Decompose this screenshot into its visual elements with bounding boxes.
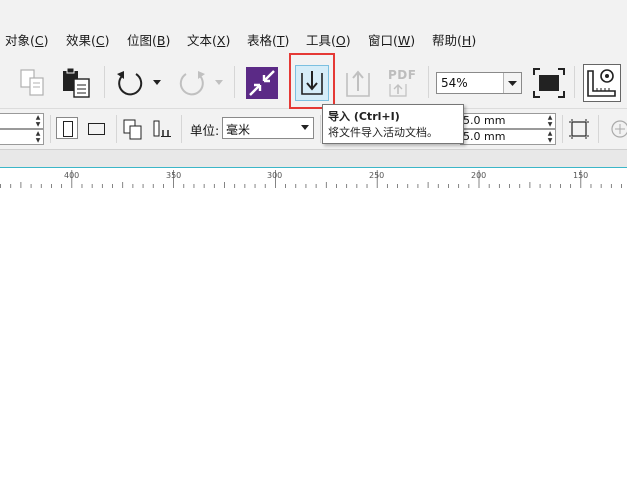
menu-bar: 对象(C) 效果(C) 位图(B) 文本(X) 表格(T) 工具(O) 窗口(W… bbox=[0, 0, 627, 56]
paste-icon[interactable] bbox=[60, 66, 94, 100]
separator bbox=[104, 66, 105, 98]
chevron-down-icon bbox=[508, 81, 517, 86]
redo-icon[interactable] bbox=[174, 68, 208, 100]
horizontal-ruler[interactable]: 400 350 300 250 200 150 bbox=[0, 167, 627, 190]
document-tab-strip bbox=[0, 150, 627, 167]
property-bar: ▲ ▼ ▲ ▼ 单位: 毫米 5.0 mm ▲ ▼ 5.0 mm ▲ ▼ bbox=[0, 109, 627, 150]
separator bbox=[320, 115, 321, 143]
spin-down-icon[interactable]: ▼ bbox=[545, 137, 555, 144]
separator bbox=[428, 66, 429, 98]
export-icon[interactable] bbox=[343, 67, 375, 99]
separator bbox=[574, 66, 575, 98]
spin-up-icon[interactable]: ▲ bbox=[545, 114, 555, 121]
zoom-dropdown-button[interactable] bbox=[503, 73, 521, 93]
copy-icon[interactable] bbox=[18, 68, 48, 98]
ruler-label: 150 bbox=[573, 171, 589, 180]
publish-pdf-icon[interactable]: PDF bbox=[388, 68, 420, 100]
pdf-label: PDF bbox=[388, 68, 417, 82]
duplicate-distance-y-value: 5.0 mm bbox=[463, 130, 506, 143]
standard-toolbar: PDF 54% bbox=[0, 53, 627, 109]
redo-dropdown-icon[interactable] bbox=[214, 78, 224, 86]
chevron-down-icon bbox=[301, 125, 309, 130]
menu-bitmaps[interactable]: 位图(B) bbox=[127, 30, 170, 49]
spin-down-icon[interactable]: ▼ bbox=[33, 137, 43, 144]
portrait-button[interactable] bbox=[56, 117, 78, 139]
spin-down-icon[interactable]: ▼ bbox=[33, 121, 43, 128]
landscape-icon[interactable] bbox=[88, 123, 105, 135]
page-width-spinner[interactable]: ▲ ▼ bbox=[0, 113, 44, 129]
current-page-icon[interactable] bbox=[152, 118, 174, 140]
units-select[interactable]: 毫米 bbox=[222, 117, 314, 139]
undo-dropdown-icon[interactable] bbox=[152, 78, 162, 86]
zoom-level-combo[interactable]: 54% bbox=[436, 72, 522, 94]
tooltip-title: 导入 (Ctrl+I) bbox=[328, 110, 400, 123]
duplicate-distance-x-value: 5.0 mm bbox=[463, 114, 506, 127]
units-label: 单位: bbox=[190, 123, 220, 138]
drawing-canvas[interactable] bbox=[0, 189, 627, 502]
menu-table[interactable]: 表格(T) bbox=[247, 30, 289, 49]
separator bbox=[598, 115, 599, 143]
portrait-icon bbox=[63, 121, 73, 137]
spin-up-icon[interactable]: ▲ bbox=[33, 130, 43, 137]
ruler-label: 350 bbox=[166, 171, 182, 180]
duplicate-distance-x-spinner[interactable]: 5.0 mm ▲ ▼ bbox=[460, 113, 556, 129]
separator bbox=[181, 115, 182, 143]
tooltip-description: 将文件导入活动文档。 bbox=[328, 126, 438, 139]
duplicate-distance-y-spinner[interactable]: 5.0 mm ▲ ▼ bbox=[460, 129, 556, 145]
units-value: 毫米 bbox=[226, 123, 251, 137]
undo-icon[interactable] bbox=[114, 68, 148, 100]
spin-up-icon[interactable]: ▲ bbox=[545, 130, 555, 137]
separator bbox=[50, 115, 51, 143]
spin-down-icon[interactable]: ▼ bbox=[545, 121, 555, 128]
menu-tools[interactable]: 工具(O) bbox=[306, 30, 351, 49]
import-icon[interactable] bbox=[295, 65, 329, 101]
menu-object[interactable]: 对象(C) bbox=[5, 30, 49, 49]
menu-effects[interactable]: 效果(C) bbox=[66, 30, 110, 49]
rulers-toggle-icon[interactable] bbox=[583, 64, 621, 102]
page-height-spinner[interactable]: ▲ ▼ bbox=[0, 129, 44, 145]
menu-window[interactable]: 窗口(W) bbox=[368, 30, 415, 49]
spin-up-icon[interactable]: ▲ bbox=[33, 114, 43, 121]
ruler-label: 250 bbox=[369, 171, 385, 180]
ruler-label: 200 bbox=[471, 171, 487, 180]
add-page-icon[interactable] bbox=[610, 119, 627, 139]
search-content-icon[interactable] bbox=[246, 67, 278, 99]
menu-help[interactable]: 帮助(H) bbox=[432, 30, 476, 49]
ruler-label: 300 bbox=[267, 171, 283, 180]
separator bbox=[116, 115, 117, 143]
menu-text[interactable]: 文本(X) bbox=[187, 30, 230, 49]
ruler-label: 400 bbox=[64, 171, 80, 180]
ruler-ticks bbox=[0, 170, 622, 188]
page-border-icon[interactable] bbox=[568, 118, 590, 140]
separator bbox=[562, 115, 563, 143]
import-tooltip: 导入 (Ctrl+I) 将文件导入活动文档。 bbox=[322, 104, 464, 144]
all-pages-icon[interactable] bbox=[122, 118, 144, 140]
full-screen-icon[interactable] bbox=[532, 67, 566, 99]
separator bbox=[234, 66, 235, 98]
zoom-level-value: 54% bbox=[441, 76, 468, 90]
